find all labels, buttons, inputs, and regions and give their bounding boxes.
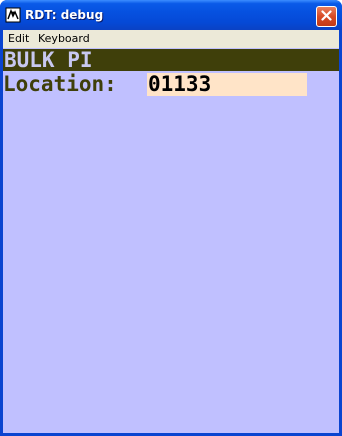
close-icon: [321, 8, 332, 26]
menu-bar: Edit Keyboard: [3, 30, 339, 48]
location-label: Location:: [3, 72, 117, 96]
rdt-screen: BULK PI Location:: [3, 48, 339, 433]
menu-edit[interactable]: Edit: [8, 32, 29, 46]
app-window: RDT: debug Edit Keyboard BULK PI Locatio…: [0, 0, 342, 436]
menu-keyboard[interactable]: Keyboard: [38, 32, 90, 46]
rdt-app-icon[interactable]: [5, 7, 21, 23]
window-title: RDT: debug: [25, 8, 104, 22]
location-input[interactable]: [147, 73, 307, 96]
title-bar[interactable]: RDT: debug: [0, 0, 342, 30]
close-button[interactable]: [316, 6, 337, 27]
screen-title: BULK PI: [3, 49, 339, 71]
